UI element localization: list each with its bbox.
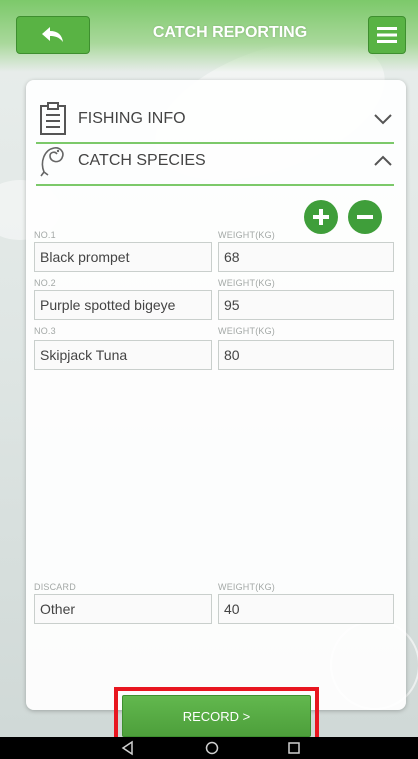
discard-weight-field[interactable]: 40: [218, 594, 394, 624]
page-title: CATCH REPORTING: [152, 24, 308, 41]
row-number-label: NO.3: [34, 326, 56, 336]
section-fishing-info[interactable]: FISHING INFO: [36, 96, 394, 144]
row-number-label: NO.2: [34, 278, 56, 288]
species-field[interactable]: Black prompet: [34, 242, 212, 272]
fish-icon: [36, 142, 70, 180]
plus-circle-icon: [313, 209, 329, 225]
section-label: CATCH SPECIES: [78, 152, 206, 169]
species-field[interactable]: Skipjack Tuna: [34, 340, 212, 370]
weight-field[interactable]: 68: [218, 242, 394, 272]
weight-field[interactable]: 80: [218, 340, 394, 370]
discard-field[interactable]: Other: [34, 594, 212, 624]
weight-label: WEIGHT(KG): [218, 582, 275, 592]
catch-report-card: FISHING INFO CATCH SPECIES NO.1 WEIGHT(K…: [26, 80, 406, 745]
android-nav-bar: [0, 737, 418, 759]
menu-button[interactable]: [368, 16, 406, 54]
chevron-up-icon[interactable]: [372, 150, 394, 172]
weight-label: WEIGHT(KG): [218, 230, 275, 240]
discard-label: DISCARD: [34, 582, 76, 592]
app-header: CATCH REPORTING: [0, 0, 418, 72]
nav-back-triangle-icon[interactable]: [120, 740, 136, 756]
hamburger-menu-icon: [377, 27, 397, 43]
section-catch-species[interactable]: CATCH SPECIES: [36, 138, 394, 186]
back-button[interactable]: [16, 16, 90, 54]
row-number-label: NO.1: [34, 230, 56, 240]
add-species-button[interactable]: [304, 200, 338, 234]
nav-recents-square-icon[interactable]: [286, 740, 302, 756]
weight-label: WEIGHT(KG): [218, 326, 275, 336]
weight-label: WEIGHT(KG): [218, 278, 275, 288]
weight-field[interactable]: 95: [218, 290, 394, 320]
remove-species-button[interactable]: [348, 200, 382, 234]
back-arrow-icon: [42, 27, 63, 42]
section-label: FISHING INFO: [78, 110, 186, 127]
species-field[interactable]: Purple spotted bigeye: [34, 290, 212, 320]
clipboard-icon: [36, 100, 70, 138]
chevron-down-icon[interactable]: [372, 108, 394, 130]
record-button[interactable]: RECORD >: [122, 695, 311, 737]
minus-circle-icon: [357, 215, 373, 219]
nav-home-circle-icon[interactable]: [204, 740, 220, 756]
app-screen: CATCH REPORTING FISHING INFO CATCH SPECI…: [0, 0, 418, 759]
